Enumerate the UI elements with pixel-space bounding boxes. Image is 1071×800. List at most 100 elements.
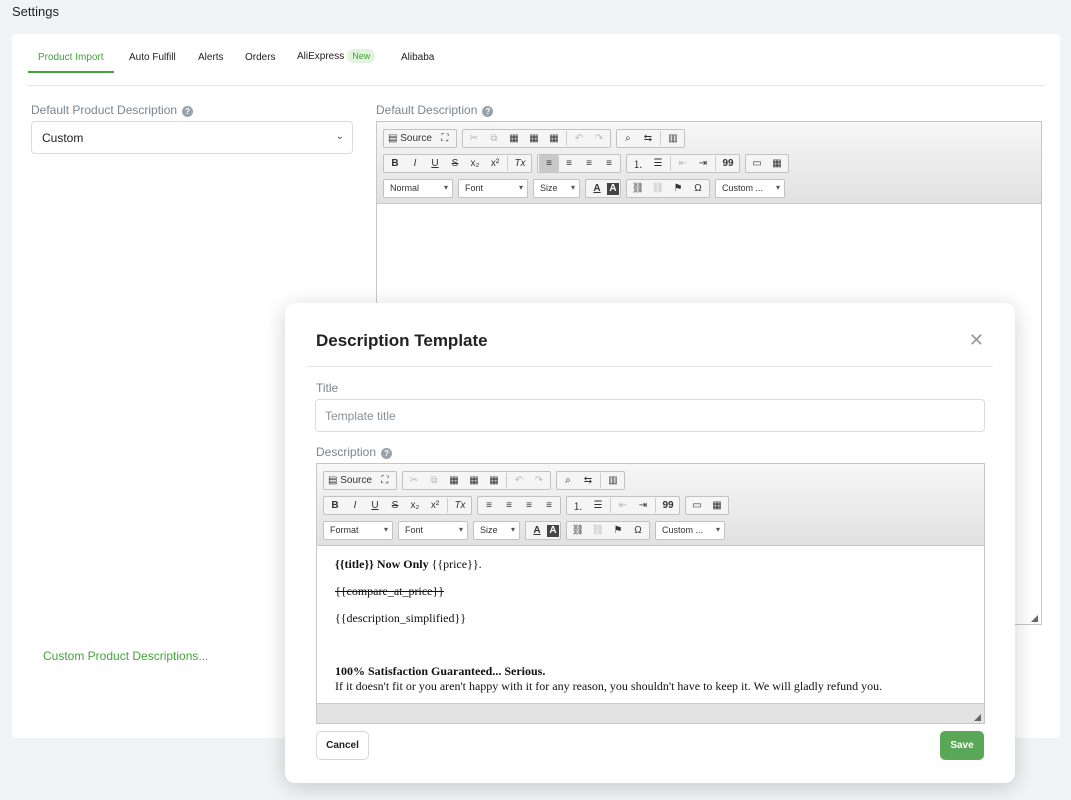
image-icon[interactable]: ▭: [687, 497, 707, 514]
special-char-button[interactable]: Ω: [688, 180, 708, 197]
unlink-icon[interactable]: ⛓: [648, 180, 668, 197]
strikethrough-button[interactable]: S: [385, 497, 405, 514]
italic-button[interactable]: I: [345, 497, 365, 514]
select-all-icon[interactable]: ▥: [603, 472, 623, 489]
numbered-list-icon[interactable]: ⒈: [628, 155, 648, 172]
size-dropdown[interactable]: Size: [533, 179, 580, 198]
table-icon[interactable]: ▦: [767, 155, 787, 172]
help-icon[interactable]: ?: [482, 106, 494, 117]
image-icon[interactable]: ▭: [747, 155, 767, 172]
redo-icon[interactable]: ↷: [589, 130, 609, 147]
find-icon[interactable]: ⌕: [558, 472, 578, 489]
paste-word-icon[interactable]: ▦: [484, 472, 504, 489]
subscript-button[interactable]: x₂: [465, 155, 485, 172]
blockquote-button[interactable]: 99: [658, 497, 678, 514]
tab-alerts[interactable]: Alerts: [198, 52, 224, 63]
anchor-flag-icon[interactable]: ⚑: [608, 522, 628, 539]
cut-icon[interactable]: ✂: [404, 472, 424, 489]
paste-icon[interactable]: ▦: [504, 130, 524, 147]
superscript-button[interactable]: x²: [425, 497, 445, 514]
remove-format-button[interactable]: Tx: [510, 155, 530, 172]
font-dropdown[interactable]: Font: [458, 179, 528, 198]
align-justify-icon[interactable]: ≡: [539, 497, 559, 514]
custom-product-descriptions-link[interactable]: Custom Product Descriptions...: [43, 649, 208, 663]
align-left-icon[interactable]: ≡: [539, 155, 559, 172]
background-color-button[interactable]: A: [547, 524, 559, 537]
text-color-button[interactable]: A: [527, 522, 547, 539]
bulleted-list-icon[interactable]: ☰: [588, 497, 608, 514]
paste-word-icon[interactable]: ▦: [544, 130, 564, 147]
close-icon[interactable]: ✕: [969, 330, 984, 351]
default-product-description-select[interactable]: Custom ⌄: [31, 121, 353, 154]
numbered-list-icon[interactable]: ⒈: [568, 497, 588, 514]
outdent-icon[interactable]: ⇤: [613, 497, 633, 514]
background-color-button[interactable]: A: [607, 182, 619, 195]
align-center-icon[interactable]: ≡: [499, 497, 519, 514]
tab-orders[interactable]: Orders: [245, 52, 276, 63]
source-button[interactable]: ▤ Source: [325, 472, 375, 489]
paste-text-icon[interactable]: ▦: [464, 472, 484, 489]
blockquote-button[interactable]: 99: [718, 155, 738, 172]
undo-icon[interactable]: ↶: [509, 472, 529, 489]
source-button[interactable]: ▤ Source: [385, 130, 435, 147]
save-button[interactable]: Save: [940, 731, 984, 760]
chevron-down-icon: ⌄: [335, 131, 344, 142]
find-icon[interactable]: ⌕: [618, 130, 638, 147]
maximize-icon[interactable]: ⛶: [375, 472, 395, 489]
link-icon[interactable]: ⛓: [568, 522, 588, 539]
editor-content[interactable]: {{title}} Now Only {{price}}. {{compare_…: [317, 546, 984, 705]
align-right-icon[interactable]: ≡: [519, 497, 539, 514]
underline-button[interactable]: U: [425, 155, 445, 172]
copy-icon[interactable]: ⧉: [424, 472, 444, 489]
align-left-icon[interactable]: ≡: [479, 497, 499, 514]
strikethrough-button[interactable]: S: [445, 155, 465, 172]
select-all-icon[interactable]: ▥: [663, 130, 683, 147]
superscript-button[interactable]: x²: [485, 155, 505, 172]
resize-handle-icon[interactable]: [1031, 615, 1038, 622]
custom-dropdown[interactable]: Custom ...: [655, 521, 725, 540]
table-icon[interactable]: ▦: [707, 497, 727, 514]
remove-format-button[interactable]: Tx: [450, 497, 470, 514]
help-icon[interactable]: ?: [182, 106, 194, 117]
default-product-description-label: Default Product Description?: [31, 103, 194, 117]
size-dropdown[interactable]: Size: [473, 521, 520, 540]
font-dropdown[interactable]: Font: [398, 521, 468, 540]
format-dropdown[interactable]: Format: [323, 521, 393, 540]
tab-auto-fulfill[interactable]: Auto Fulfill: [129, 52, 176, 63]
align-justify-icon[interactable]: ≡: [599, 155, 619, 172]
cancel-button[interactable]: Cancel: [316, 731, 369, 760]
link-icon[interactable]: ⛓: [628, 180, 648, 197]
replace-icon[interactable]: ⇆: [638, 130, 658, 147]
align-right-icon[interactable]: ≡: [579, 155, 599, 172]
resize-handle-icon[interactable]: [974, 714, 981, 721]
template-title-input[interactable]: Template title: [315, 399, 985, 432]
custom-dropdown[interactable]: Custom ...: [715, 179, 785, 198]
text-color-button[interactable]: A: [587, 180, 607, 197]
redo-icon[interactable]: ↷: [529, 472, 549, 489]
indent-icon[interactable]: ⇥: [693, 155, 713, 172]
indent-icon[interactable]: ⇥: [633, 497, 653, 514]
unlink-icon[interactable]: ⛓: [588, 522, 608, 539]
paste-icon[interactable]: ▦: [444, 472, 464, 489]
bold-button[interactable]: B: [325, 497, 345, 514]
subscript-button[interactable]: x₂: [405, 497, 425, 514]
tab-product-import[interactable]: Product Import: [28, 52, 114, 73]
italic-button[interactable]: I: [405, 155, 425, 172]
tab-aliexpress[interactable]: AliExpress New: [297, 49, 376, 63]
help-icon[interactable]: ?: [381, 448, 393, 459]
copy-icon[interactable]: ⧉: [484, 130, 504, 147]
outdent-icon[interactable]: ⇤: [673, 155, 693, 172]
undo-icon[interactable]: ↶: [569, 130, 589, 147]
maximize-icon[interactable]: ⛶: [435, 130, 455, 147]
styles-dropdown[interactable]: Normal: [383, 179, 453, 198]
paste-text-icon[interactable]: ▦: [524, 130, 544, 147]
bulleted-list-icon[interactable]: ☰: [648, 155, 668, 172]
bold-button[interactable]: B: [385, 155, 405, 172]
underline-button[interactable]: U: [365, 497, 385, 514]
cut-icon[interactable]: ✂: [464, 130, 484, 147]
anchor-flag-icon[interactable]: ⚑: [668, 180, 688, 197]
tab-alibaba[interactable]: Alibaba: [401, 52, 434, 63]
special-char-button[interactable]: Ω: [628, 522, 648, 539]
align-center-icon[interactable]: ≡: [559, 155, 579, 172]
replace-icon[interactable]: ⇆: [578, 472, 598, 489]
